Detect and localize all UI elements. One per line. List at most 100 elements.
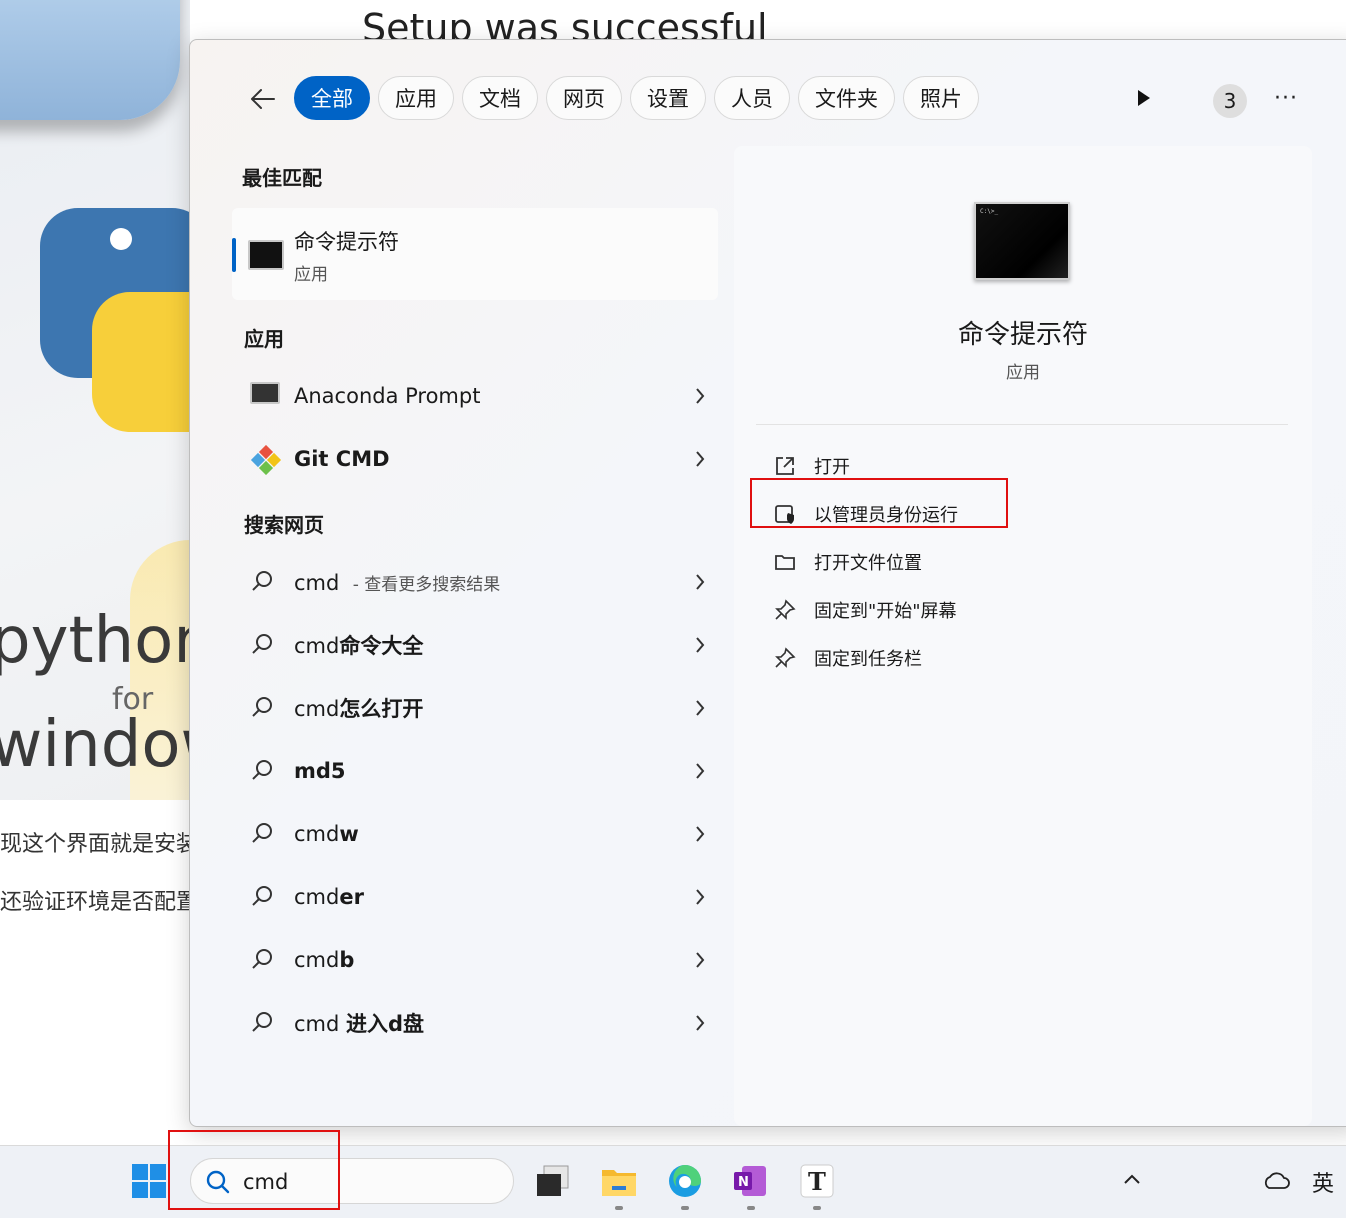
logo-word-window: window xyxy=(0,708,190,782)
chevron-right-icon[interactable] xyxy=(694,572,706,592)
edge-browser-icon[interactable] xyxy=(666,1162,704,1200)
decorative-blob xyxy=(0,0,180,120)
chevron-right-icon[interactable] xyxy=(694,1013,706,1033)
filter-tab-photos[interactable]: 照片 xyxy=(903,76,979,120)
search-icon xyxy=(252,949,272,969)
web-search-heading: 搜索网页 xyxy=(244,513,324,537)
filter-tab-people[interactable]: 人员 xyxy=(714,76,790,120)
play-more-filters-icon[interactable] xyxy=(1136,88,1152,108)
annotation-box-search xyxy=(168,1130,340,1210)
git-cmd-icon xyxy=(250,445,282,475)
filter-tab-web[interactable]: 网页 xyxy=(546,76,622,120)
running-indicator xyxy=(747,1206,755,1210)
running-indicator xyxy=(615,1206,623,1210)
more-options-button[interactable]: ··· xyxy=(1274,86,1298,111)
typora-icon[interactable]: T xyxy=(798,1162,836,1200)
web-result[interactable]: cmd怎么打开 xyxy=(246,686,706,730)
action-label: 固定到"开始"屏幕 xyxy=(814,601,957,622)
chevron-right-icon[interactable] xyxy=(694,950,706,970)
preview-pane: C:\>_ 命令提示符 应用 打开 以管理员身份运行 打开文件位置 固定到"开始… xyxy=(734,146,1312,1126)
web-result-label: cmdb xyxy=(294,948,355,972)
web-result-label: cmder xyxy=(294,885,364,909)
open-external-icon xyxy=(776,457,794,475)
app-result-git-cmd[interactable]: Git CMD xyxy=(246,437,706,481)
search-icon xyxy=(252,697,272,717)
filter-tab-settings[interactable]: 设置 xyxy=(630,76,706,120)
web-result[interactable]: cmdb xyxy=(246,938,706,982)
action-label: 固定到任务栏 xyxy=(814,649,922,670)
web-result[interactable]: cmdw xyxy=(246,812,706,856)
filter-tab-folders[interactable]: 文件夹 xyxy=(798,76,895,120)
chevron-right-icon[interactable] xyxy=(694,698,706,718)
onenote-icon[interactable]: N xyxy=(732,1162,770,1200)
filter-tabs: 全部 应用 文档 网页 设置 人员 文件夹 照片 xyxy=(294,76,979,120)
task-view-icon[interactable] xyxy=(534,1162,572,1200)
onedrive-cloud-icon[interactable] xyxy=(1262,1170,1290,1192)
rewards-badge[interactable]: 3 xyxy=(1213,84,1247,118)
svg-text:N: N xyxy=(738,1175,749,1190)
logo-word-python: python xyxy=(0,604,190,678)
web-result-label: cmd 进入d盘 xyxy=(294,1012,425,1036)
best-match-title: 命令提示符 xyxy=(294,230,399,254)
web-result-label: cmdw xyxy=(294,822,359,846)
search-icon xyxy=(252,1012,272,1032)
web-result[interactable]: cmder xyxy=(246,875,706,919)
preview-subtitle: 应用 xyxy=(1006,363,1040,383)
app-result-label: Anaconda Prompt xyxy=(294,384,481,408)
chevron-right-icon[interactable] xyxy=(694,635,706,655)
windows-search-panel: 全部 应用 文档 网页 设置 人员 文件夹 照片 3 ··· 最佳匹配 命令提示… xyxy=(189,39,1346,1127)
web-result-label: md5 xyxy=(294,759,346,783)
selection-indicator xyxy=(232,238,236,272)
input-method-indicator[interactable]: 英 xyxy=(1312,1166,1334,1198)
web-result-label: cmd命令大全 xyxy=(294,634,424,658)
search-icon xyxy=(252,823,272,843)
background-page-title: Setup was successful xyxy=(362,6,768,40)
web-result[interactable]: cmd - 查看更多搜索结果 xyxy=(246,560,706,604)
python-logo-eye xyxy=(110,228,132,250)
search-icon xyxy=(252,886,272,906)
filter-tab-all[interactable]: 全部 xyxy=(294,76,370,120)
action-pin-to-taskbar[interactable]: 固定到任务栏 xyxy=(774,642,922,674)
web-result-label: cmd怎么打开 xyxy=(294,697,424,721)
folder-icon xyxy=(775,555,795,570)
apps-heading: 应用 xyxy=(244,327,284,351)
chevron-right-icon[interactable] xyxy=(694,386,706,406)
chevron-right-icon[interactable] xyxy=(694,824,706,844)
web-result-label: cmd - 查看更多搜索结果 xyxy=(294,570,501,595)
python-logo-yellow xyxy=(92,292,190,432)
anaconda-prompt-icon xyxy=(250,382,280,404)
windows-start-icon[interactable] xyxy=(132,1164,166,1198)
filter-tab-documents[interactable]: 文档 xyxy=(462,76,538,120)
search-icon xyxy=(252,634,272,654)
running-indicator xyxy=(813,1206,821,1210)
search-icon xyxy=(252,571,272,591)
filter-tab-apps[interactable]: 应用 xyxy=(378,76,454,120)
web-result[interactable]: cmd 进入d盘 xyxy=(246,1001,706,1045)
best-match-subtitle: 应用 xyxy=(294,265,328,285)
command-prompt-icon xyxy=(248,240,284,270)
web-result[interactable]: cmd命令大全 xyxy=(246,623,706,667)
action-pin-to-start[interactable]: 固定到"开始"屏幕 xyxy=(774,594,957,626)
chevron-right-icon[interactable] xyxy=(694,887,706,907)
best-match-card[interactable]: 命令提示符 应用 xyxy=(232,208,718,300)
background-text-line-2: 还验证环境是否配置 xyxy=(0,890,199,915)
app-result-label: Git CMD xyxy=(294,447,390,471)
svg-text:T: T xyxy=(808,1167,826,1196)
preview-title: 命令提示符 xyxy=(957,320,1088,350)
file-explorer-icon[interactable] xyxy=(600,1162,638,1200)
back-arrow-icon[interactable] xyxy=(246,82,280,116)
chevron-right-icon[interactable] xyxy=(694,761,706,781)
pin-icon xyxy=(775,647,796,668)
action-label: 打开 xyxy=(814,457,850,478)
web-result[interactable]: md5 xyxy=(246,749,706,793)
command-prompt-large-icon: C:\>_ xyxy=(974,202,1070,280)
pin-icon xyxy=(775,599,796,620)
chevron-up-icon[interactable] xyxy=(1122,1172,1142,1186)
app-result-anaconda-prompt[interactable]: Anaconda Prompt xyxy=(246,374,706,418)
preview-divider xyxy=(756,424,1288,425)
running-indicator xyxy=(681,1206,689,1210)
python-installer-art: python for window xyxy=(0,0,190,800)
chevron-right-icon[interactable] xyxy=(694,449,706,469)
annotation-box-run-as-admin xyxy=(750,478,1008,528)
action-open-file-location[interactable]: 打开文件位置 xyxy=(774,546,922,578)
